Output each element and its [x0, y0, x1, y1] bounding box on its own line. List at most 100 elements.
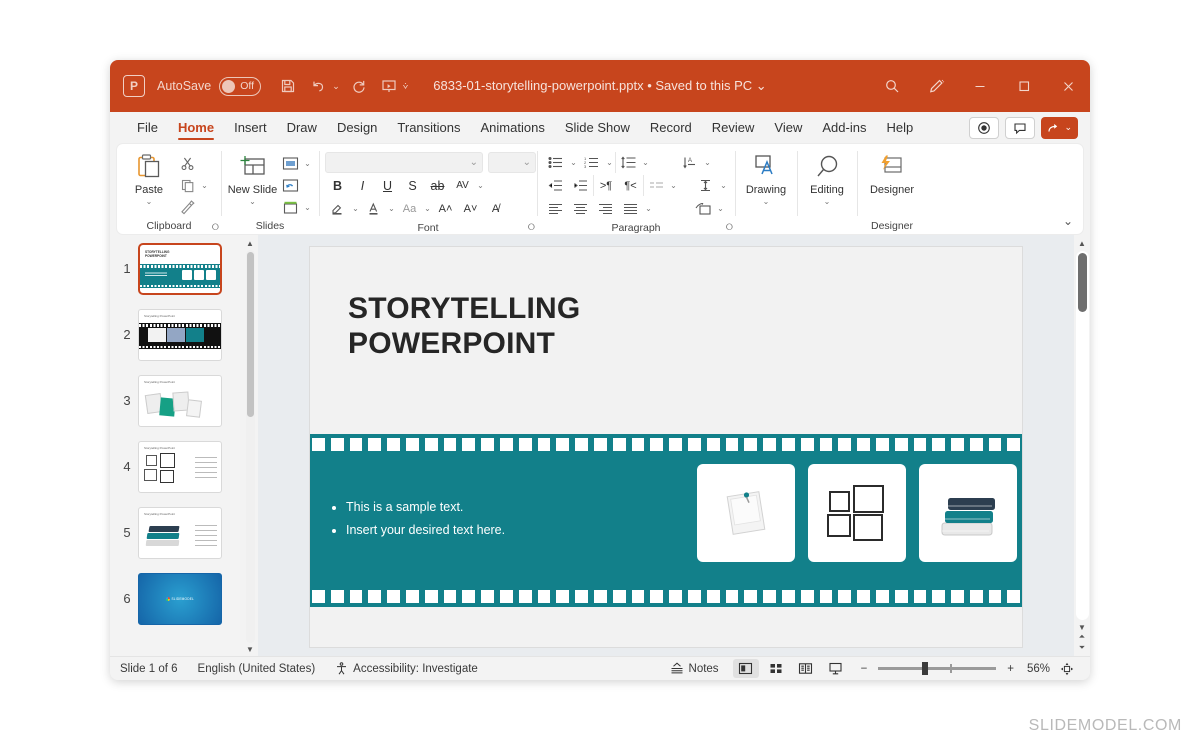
thumbnail-scrollbar[interactable]: ▲ ▼ — [244, 239, 256, 654]
tab-record[interactable]: Record — [641, 117, 701, 138]
tab-review[interactable]: Review — [703, 117, 764, 138]
zoom-in-button[interactable]: + — [1007, 663, 1014, 675]
current-slide[interactable]: STORYTELLING POWERPOINT • This is a samp… — [310, 247, 1022, 647]
align-left-button[interactable] — [543, 198, 568, 219]
strikethrough-button[interactable]: ab — [425, 175, 450, 196]
change-case-button[interactable]: Aa — [397, 198, 422, 219]
paragraph-dialog-launcher[interactable]: ⭘ — [726, 222, 733, 233]
filmstrip-banner[interactable]: This is a sample text. Insert your desir… — [310, 434, 1022, 607]
customize-quick-access-icon[interactable]: ⩒ — [403, 81, 408, 92]
align-text-button[interactable] — [643, 175, 668, 196]
card-pinned-photo[interactable] — [697, 464, 795, 562]
search-icon[interactable] — [870, 60, 914, 112]
share-button[interactable]: ⌄ — [1041, 116, 1078, 139]
decrease-indent-button[interactable] — [543, 175, 568, 196]
zoom-slider[interactable] — [878, 662, 997, 675]
slide-sorter-button[interactable] — [763, 659, 789, 678]
share-dropdown-icon[interactable]: ⌄ — [1064, 122, 1072, 133]
tab-home[interactable]: Home — [169, 117, 223, 140]
thumbnail-slide-2[interactable]: Storytelling PowerPoint — [138, 309, 222, 361]
bullets-dropdown-icon[interactable]: ⌄ — [568, 158, 579, 167]
thumbnail-row-1[interactable]: 1 STORYTELLING POWERPOINT — [110, 243, 258, 309]
editing-dropdown-icon[interactable]: ⌄ — [822, 197, 833, 206]
slide-title[interactable]: STORYTELLING POWERPOINT — [348, 292, 580, 362]
section-icon[interactable] — [278, 197, 302, 218]
slide-bullet-list[interactable]: This is a sample text. Insert your desir… — [332, 496, 505, 542]
bold-button[interactable]: B — [325, 175, 350, 196]
slide-show-button[interactable] — [823, 659, 849, 678]
thumbnail-slide-6[interactable]: SLIDEMODEL — [138, 573, 222, 625]
numbering-button[interactable]: 1 2 3 — [579, 152, 604, 173]
collapse-ribbon-icon[interactable]: ⌄ — [1063, 214, 1073, 228]
card-book-stack[interactable] — [919, 464, 1017, 562]
font-dialog-launcher[interactable]: ⭘ — [528, 222, 535, 233]
card-photo-gallery[interactable] — [808, 464, 906, 562]
font-color-dropdown-icon[interactable]: ⌄ — [386, 204, 397, 213]
thumbnail-row-5[interactable]: 5 Storytelling PowerPoint — [110, 507, 258, 573]
thumbnail-row-6[interactable]: 6 SLIDEMODEL — [110, 573, 258, 639]
thumbnail-scroll-down-icon[interactable]: ▼ — [246, 645, 254, 654]
font-size-input[interactable]: ⌄ — [488, 152, 536, 173]
clipboard-dialog-launcher[interactable]: ⭘ — [212, 222, 219, 233]
change-case-dropdown-icon[interactable]: ⌄ — [422, 204, 433, 213]
character-spacing-dropdown-icon[interactable]: ⌄ — [475, 181, 486, 190]
save-icon[interactable] — [275, 73, 301, 99]
record-button[interactable] — [969, 116, 1000, 139]
start-presentation-icon[interactable] — [376, 73, 402, 99]
undo-dropdown-icon[interactable]: ⌄ — [332, 81, 340, 92]
zoom-out-button[interactable]: − — [861, 663, 868, 675]
thumbnail-row-4[interactable]: 4 Storytelling PowerPoint — [110, 441, 258, 507]
thumbnail-scroll-up-icon[interactable]: ▲ — [246, 239, 254, 248]
undo-icon[interactable] — [305, 73, 331, 99]
scroll-thumb[interactable] — [1077, 253, 1087, 313]
italic-button[interactable]: I — [350, 175, 375, 196]
close-button[interactable] — [1046, 60, 1090, 112]
layout-dropdown-icon[interactable]: ⌄ — [302, 159, 313, 168]
text-highlight-dropdown-icon[interactable]: ⌄ — [350, 204, 361, 213]
thumbnail-slide-3[interactable]: Storytelling PowerPoint — [138, 375, 222, 427]
justify-dropdown-icon[interactable]: ⌄ — [643, 204, 654, 213]
justify-button[interactable] — [618, 198, 643, 219]
slide-counter[interactable]: Slide 1 of 6 — [120, 663, 178, 675]
thumbnail-row-2[interactable]: 2 Storytelling PowerPoint — [110, 309, 258, 375]
convert-to-smartart-button[interactable] — [690, 198, 715, 219]
tab-help[interactable]: Help — [877, 117, 922, 138]
notes-button[interactable]: Notes — [670, 662, 719, 675]
line-spacing-dropdown-icon[interactable]: ⌄ — [640, 158, 651, 167]
text-direction-dropdown-icon[interactable]: ⌄ — [702, 158, 713, 167]
decrease-font-size-button[interactable]: A˅ — [458, 198, 483, 219]
text-box-align-dropdown-icon[interactable]: ⌄ — [718, 181, 729, 190]
text-shadow-button[interactable]: S — [400, 175, 425, 196]
center-button[interactable] — [568, 198, 593, 219]
increase-indent-button[interactable] — [568, 175, 593, 196]
rtl-text-direction-button[interactable]: ¶< — [618, 175, 643, 196]
tab-file[interactable]: File — [128, 117, 167, 138]
text-box-align-button[interactable] — [693, 175, 718, 196]
cut-icon[interactable] — [175, 153, 199, 174]
ink-pen-icon[interactable] — [914, 60, 958, 112]
thumbnail-scroll-thumb[interactable] — [246, 252, 254, 418]
thumbnail-slide-5[interactable]: Storytelling PowerPoint — [138, 507, 222, 559]
previous-slide-icon[interactable]: ⏶ — [1079, 632, 1085, 642]
line-spacing-button[interactable] — [615, 152, 640, 173]
numbering-dropdown-icon[interactable]: ⌄ — [604, 158, 615, 167]
next-slide-icon[interactable]: ⏷ — [1079, 643, 1085, 653]
autosave-toggle[interactable]: Off — [219, 76, 262, 96]
thumbnail-scroll-track[interactable] — [245, 250, 255, 643]
tab-slide-show[interactable]: Slide Show — [556, 117, 639, 138]
language-indicator[interactable]: English (United States) — [198, 663, 316, 675]
text-direction-button[interactable]: A — [677, 152, 702, 173]
paste-button[interactable]: Paste ⌄ — [123, 148, 175, 206]
normal-view-button[interactable] — [732, 659, 759, 678]
underline-button[interactable]: U — [375, 175, 400, 196]
ltr-text-direction-button[interactable]: >¶ — [593, 175, 618, 196]
scroll-up-icon[interactable]: ▲ — [1078, 239, 1086, 248]
character-spacing-button[interactable]: AV — [450, 175, 475, 196]
thumbnail-slide-1[interactable]: STORYTELLING POWERPOINT — [138, 243, 222, 295]
new-slide-button[interactable]: New Slide ⌄ — [227, 148, 278, 206]
align-right-button[interactable] — [593, 198, 618, 219]
tab-view[interactable]: View — [765, 117, 811, 138]
accessibility-status[interactable]: Accessibility: Investigate — [335, 662, 478, 675]
thumbnail-slide-4[interactable]: Storytelling PowerPoint — [138, 441, 222, 493]
comments-button[interactable] — [1005, 116, 1036, 139]
